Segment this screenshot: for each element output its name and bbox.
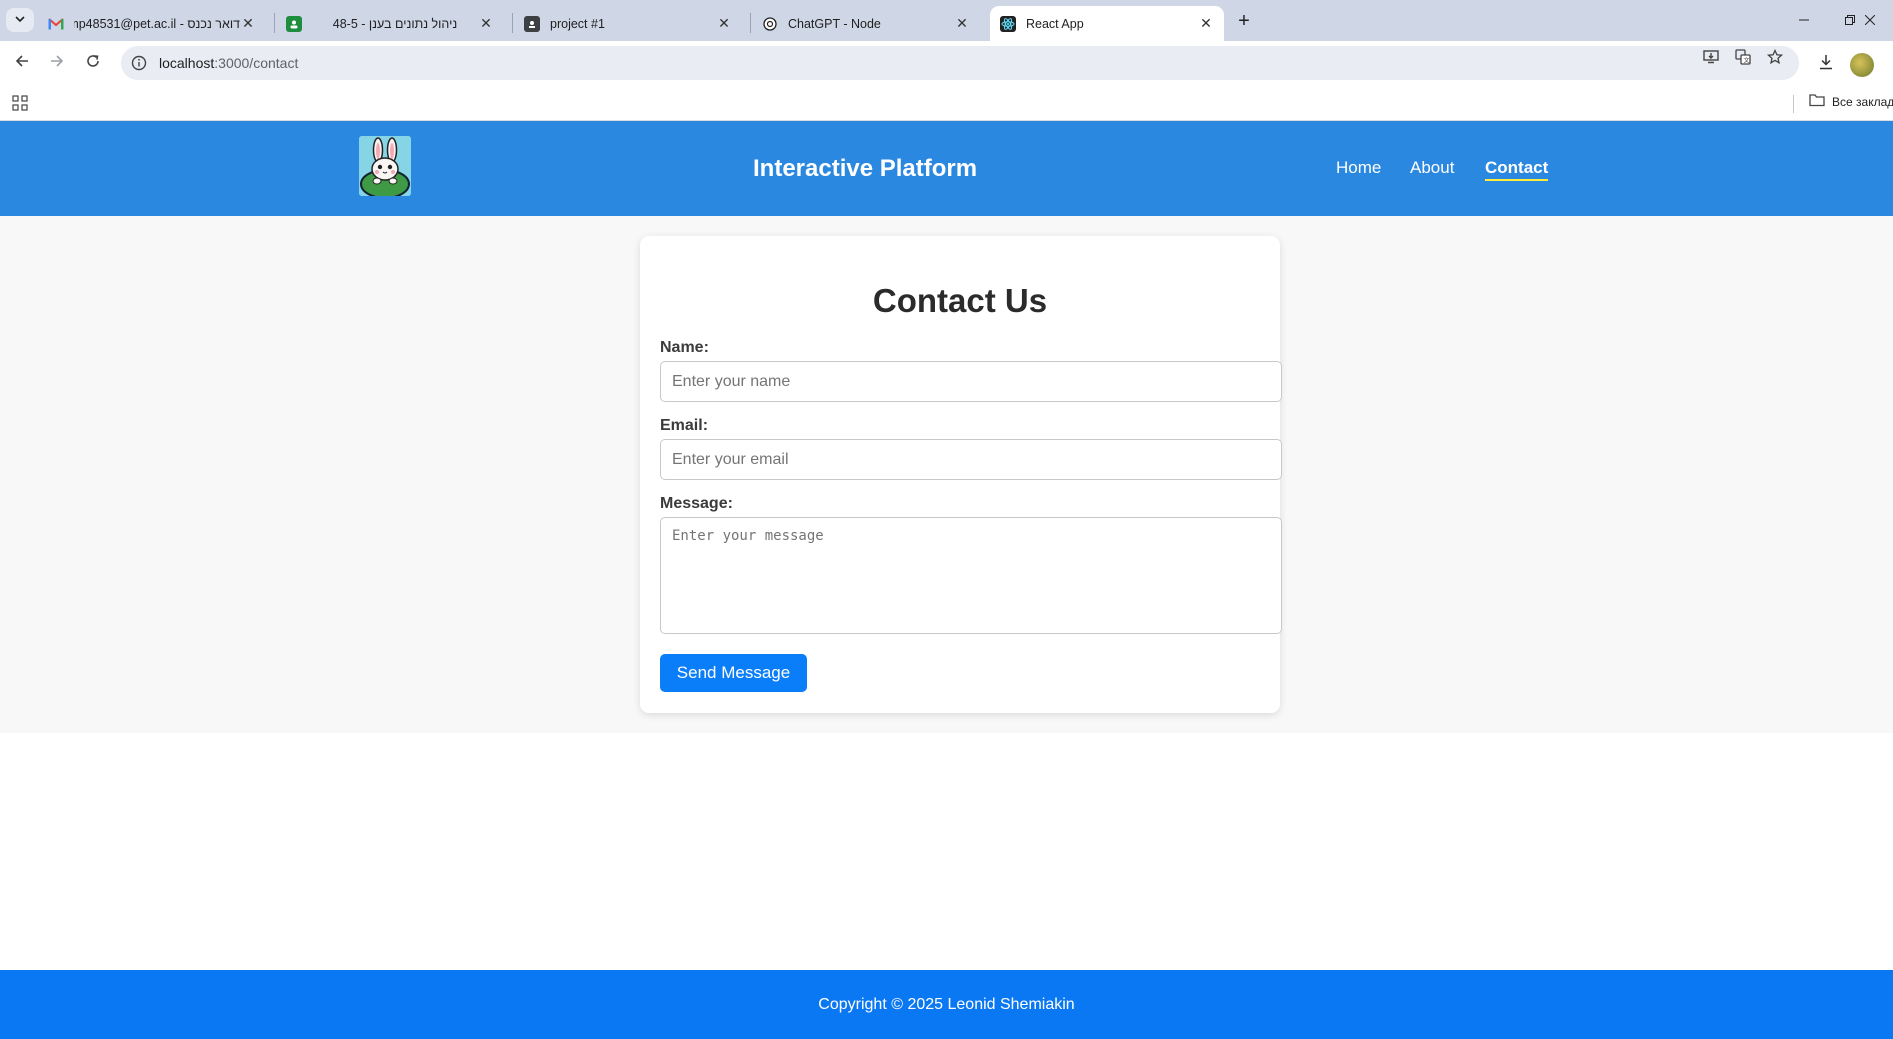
send-message-button[interactable]: Send Message bbox=[660, 654, 807, 692]
page-title: Contact Us bbox=[872, 282, 1048, 319]
message-textarea[interactable] bbox=[660, 517, 1282, 634]
classroom-icon bbox=[286, 15, 302, 32]
email-input[interactable] bbox=[660, 439, 1282, 480]
reload-icon bbox=[86, 54, 100, 73]
all-bookmarks-folder[interactable]: Все заклад bbox=[1809, 93, 1893, 110]
page-viewport: Interactive Platform Home About Contact … bbox=[0, 121, 1893, 1039]
download-icon bbox=[1818, 54, 1834, 75]
folder-icon bbox=[1809, 93, 1832, 110]
tab-title: React App bbox=[1026, 16, 1084, 31]
nav-link-about[interactable]: About bbox=[1410, 158, 1454, 178]
browser-tab-react-app[interactable]: React App ✕ bbox=[990, 6, 1224, 41]
svg-text:文: 文 bbox=[1744, 56, 1750, 64]
email-label: Email: bbox=[660, 417, 709, 434]
close-icon bbox=[1864, 12, 1876, 28]
close-icon[interactable]: ✕ bbox=[478, 15, 494, 32]
tab-title: project #1 bbox=[550, 16, 605, 31]
tab-separator bbox=[274, 13, 275, 33]
tab-title: דואר נכנס - mp48531@pet.ac.il bbox=[74, 16, 240, 31]
contact-card-icon bbox=[524, 15, 540, 32]
translate-button[interactable]: 文 bbox=[1733, 48, 1753, 70]
tab-separator bbox=[750, 13, 751, 33]
tab-separator bbox=[512, 13, 513, 33]
browser-tab-strip: דואר נכנס - mp48531@pet.ac.il ✕ ניהול נת… bbox=[0, 0, 1893, 41]
apps-grid-icon[interactable] bbox=[12, 95, 28, 111]
browser-tab-gmail[interactable]: דואר נכנס - mp48531@pet.ac.il ✕ bbox=[38, 6, 266, 41]
reload-button[interactable] bbox=[80, 50, 106, 76]
arrow-left-icon bbox=[15, 54, 29, 73]
minimize-button[interactable] bbox=[1781, 0, 1827, 40]
browser-tab-project[interactable]: project #1 ✕ bbox=[514, 6, 742, 41]
arrow-right-icon bbox=[50, 54, 64, 73]
gmail-icon bbox=[48, 16, 64, 32]
nav-link-home[interactable]: Home bbox=[1336, 158, 1381, 178]
bookmark-star-button[interactable] bbox=[1765, 48, 1785, 70]
site-title: Interactive Platform bbox=[753, 155, 978, 182]
star-icon bbox=[1766, 48, 1784, 70]
plus-icon: + bbox=[1238, 9, 1250, 32]
browser-toolbar: localhost:3000/contact 文 bbox=[0, 41, 1893, 86]
react-icon bbox=[1000, 15, 1016, 32]
nav-link-contact[interactable]: Contact bbox=[1485, 158, 1549, 181]
contact-form-card: Contact Us Name: Email: Message: Send Me… bbox=[640, 236, 1282, 713]
url-host: localhost bbox=[159, 55, 215, 71]
new-tab-button[interactable]: + bbox=[1231, 9, 1257, 33]
name-input[interactable] bbox=[660, 361, 1282, 402]
downloads-button[interactable] bbox=[1814, 52, 1838, 76]
back-button[interactable] bbox=[9, 50, 35, 76]
tab-title: ChatGPT - Node bbox=[788, 16, 881, 31]
minimize-icon bbox=[1799, 12, 1809, 28]
close-icon[interactable]: ✕ bbox=[716, 15, 732, 32]
copyright-text: Copyright © 2025 Leonid Shemiakin bbox=[818, 995, 1075, 1013]
message-label: Message: bbox=[660, 495, 733, 512]
profile-avatar[interactable] bbox=[1850, 53, 1874, 77]
bunny-logo[interactable] bbox=[359, 136, 411, 196]
install-app-button[interactable] bbox=[1701, 49, 1721, 69]
bookmarks-bar: Все заклад bbox=[0, 86, 1893, 121]
close-icon[interactable]: ✕ bbox=[240, 15, 256, 32]
site-header: Interactive Platform Home About Contact bbox=[0, 121, 1893, 216]
chatgpt-icon bbox=[762, 16, 778, 32]
close-icon[interactable]: ✕ bbox=[954, 15, 970, 32]
bookmarks-separator bbox=[1793, 95, 1794, 113]
url-text: localhost:3000/contact bbox=[159, 55, 298, 71]
forward-button[interactable] bbox=[44, 50, 70, 76]
install-icon bbox=[1703, 49, 1719, 69]
tab-title: ניהול נתונים בענן - 48-5 bbox=[332, 16, 458, 31]
tab-search-button[interactable] bbox=[6, 8, 34, 32]
window-close-button[interactable] bbox=[1847, 0, 1893, 40]
main-content: Contact Us Name: Email: Message: Send Me… bbox=[0, 216, 1893, 733]
bookmarks-folder-label: Все заклад bbox=[1832, 94, 1893, 109]
chevron-down-icon bbox=[15, 11, 25, 29]
site-footer: Copyright © 2025 Leonid Shemiakin bbox=[0, 970, 1893, 1039]
info-icon[interactable] bbox=[131, 55, 147, 71]
translate-icon: 文 bbox=[1735, 48, 1751, 70]
name-label: Name: bbox=[660, 339, 709, 356]
browser-tab-chatgpt[interactable]: ChatGPT - Node ✕ bbox=[752, 6, 980, 41]
browser-tab-classroom[interactable]: ניהול נתונים בענן - 48-5 ✕ bbox=[276, 6, 504, 41]
close-icon[interactable]: ✕ bbox=[1198, 15, 1214, 32]
url-path: :3000/contact bbox=[214, 55, 299, 71]
address-bar[interactable]: localhost:3000/contact bbox=[121, 46, 1799, 80]
